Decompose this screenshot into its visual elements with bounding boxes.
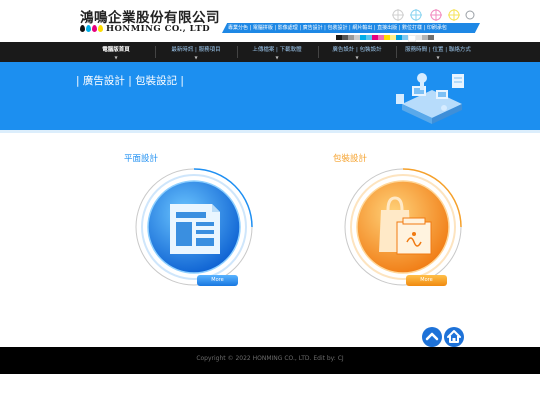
nav-item-news[interactable]: 最新時訊 | 服務項目 ▼ [163,42,229,62]
page-title: | 廣告設計 | 包裝設記 | [76,75,184,87]
packaging-design-card[interactable]: 包裝設計 [333,150,473,290]
nav-item-label: 廣告設計 | 包裝設計 [332,47,382,53]
office-illustration-icon [396,73,464,124]
main-nav: 電腦版首頁 ▼ 最新時訊 | 服務項目 ▼ 上傳檔案 | 下載軟體 ▼ 廣告設計… [0,42,540,62]
services-text: 專業分色 | 電腦拼版 | 影像處理 | 廣告設計 | 包裝設計 | 網片輸出 … [228,25,447,31]
packaging-design-more-button[interactable]: More [406,275,447,286]
home-icon [447,330,461,343]
chevron-down-icon: ▼ [355,55,359,60]
ink-drop-icon [92,25,97,32]
chevron-down-icon: ▼ [194,55,198,60]
chevron-up-icon [425,332,439,341]
page-banner: | 廣告設計 | 包裝設記 | [0,62,540,130]
floating-buttons [422,327,466,347]
copyright-text: Copyright © 2022 HONMING CO., LTD. Edit … [196,355,344,362]
document-icon [135,168,253,286]
nav-item-design[interactable]: 廣告設計 | 包裝設計 ▼ [324,42,390,62]
home-button[interactable] [444,327,464,347]
nav-item-label: 最新時訊 | 服務項目 [171,47,221,53]
logo-en-row: HONMING CO., LTD [80,23,210,34]
chevron-down-icon: ▼ [114,55,118,60]
shopping-bag-icon [344,168,462,286]
color-swatches [336,35,434,42]
nav-item-contact[interactable]: 服務時間 | 位置 | 聯絡方式 ▼ [398,42,478,62]
nav-item-label: 電腦版首頁 [102,47,130,53]
back-to-top-button[interactable] [422,327,442,347]
ink-drop-icon [98,25,103,32]
ink-drop-icon [80,25,85,32]
graphic-design-more-button[interactable]: More [197,275,238,286]
banner-strip [0,130,540,133]
ink-drop-icon [86,25,91,32]
nav-item-upload[interactable]: 上傳檔案 | 下載軟體 ▼ [244,42,310,62]
company-name-en[interactable]: HONMING CO., LTD [106,24,210,34]
chevron-down-icon: ▼ [436,55,440,60]
graphic-design-card[interactable]: 平面設計 [124,150,264,290]
registration-marks-icon [392,9,475,21]
nav-item-home[interactable]: 電腦版首頁 ▼ [92,42,140,62]
nav-item-label: 上傳檔案 | 下載軟體 [252,47,302,53]
site-footer: Copyright © 2022 HONMING CO., LTD. Edit … [0,347,540,374]
chevron-down-icon: ▼ [275,55,279,60]
nav-item-label: 服務時間 | 位置 | 聯絡方式 [405,47,471,53]
site-header: 鴻鳴企業股份有限公司 HONMING CO., LTD 專業分色 | 電腦拼版 … [0,0,540,42]
